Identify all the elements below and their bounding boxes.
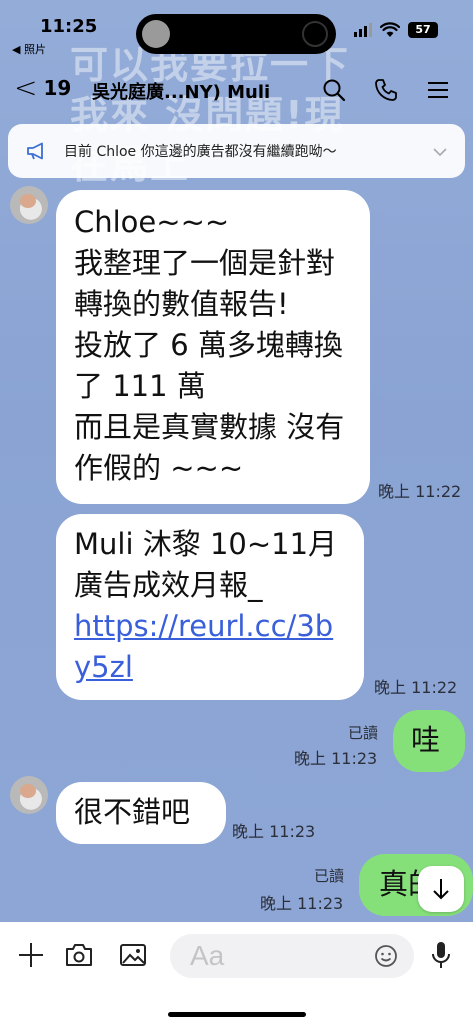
image-icon[interactable]: [116, 938, 150, 972]
wifi-icon: [380, 22, 400, 37]
megaphone-icon: [27, 142, 43, 160]
arrow-down-icon: [433, 879, 449, 900]
camera-icon[interactable]: [62, 938, 96, 972]
message-timestamp: 晚上 11:23: [260, 894, 344, 913]
message-bubble-link[interactable]: Muli 沐黎 10~11月廣告成效月報_ https://reurl.cc/3…: [56, 514, 364, 700]
plus-icon[interactable]: [14, 938, 48, 972]
back-to-app-link[interactable]: ◀ 照片: [12, 41, 46, 57]
avatar[interactable]: [10, 776, 48, 814]
message-timestamp: 晚上 11:22: [374, 678, 458, 697]
read-receipt: 已讀: [348, 724, 379, 742]
status-icons: 57: [354, 22, 438, 38]
menu-icon[interactable]: [422, 74, 454, 106]
chat-title[interactable]: 吳光庭廣...NY) Muli: [92, 78, 270, 104]
dynamic-island: [136, 14, 336, 54]
status-time: 11:25: [40, 16, 98, 37]
message-timestamp: 晚上 11:22: [378, 482, 462, 501]
message-text: Chloe~~~ 我整理了一個是針對轉換的數值報告! 投放了 6 萬多塊轉換了 …: [74, 205, 345, 485]
battery-indicator: 57: [408, 22, 438, 38]
camera-icon: [302, 21, 328, 47]
message-input-bar: [0, 922, 473, 1024]
emoji-icon[interactable]: [372, 942, 400, 970]
message-bubble-outgoing[interactable]: 哇: [393, 710, 465, 772]
island-thumbnail: [142, 20, 170, 48]
microphone-icon[interactable]: [424, 938, 458, 972]
read-receipt: 已讀: [314, 867, 345, 885]
announcement-banner[interactable]: 目前 Chloe 你這邊的廣告都沒有繼續跑呦～: [8, 124, 465, 178]
home-indicator: [168, 1012, 306, 1017]
scroll-to-bottom-button[interactable]: [418, 866, 464, 912]
status-bar: 11:25 ◀ 照片 57: [0, 0, 473, 60]
message-text: Muli 沐黎 10~11月廣告成效月報_: [74, 527, 338, 602]
announcement-text: 目前 Chloe 你這邊的廣告都沒有繼續跑呦～: [64, 144, 337, 160]
message-link[interactable]: https://reurl.cc/3by5zl: [74, 606, 346, 688]
message-bubble[interactable]: 很不錯吧: [56, 782, 226, 844]
message-timestamp: 晚上 11:23: [294, 749, 378, 768]
signal-icon: [354, 23, 372, 37]
phone-icon[interactable]: [370, 74, 402, 106]
message-timestamp: 晚上 11:23: [232, 822, 316, 841]
message-text: 很不錯吧: [74, 795, 191, 829]
chevron-down-icon[interactable]: [429, 142, 451, 161]
message-bubble[interactable]: Chloe~~~ 我整理了一個是針對轉換的數值報告! 投放了 6 萬多塊轉換了 …: [56, 190, 370, 504]
search-icon[interactable]: [318, 74, 350, 106]
chat-header: < 19 吳光庭廣...NY) Muli: [0, 64, 473, 114]
message-text: 哇: [411, 723, 441, 757]
chevron-left-icon: <: [14, 71, 38, 104]
back-button[interactable]: < 19: [14, 74, 71, 102]
unread-count: 19: [43, 76, 72, 100]
avatar[interactable]: [10, 186, 48, 224]
